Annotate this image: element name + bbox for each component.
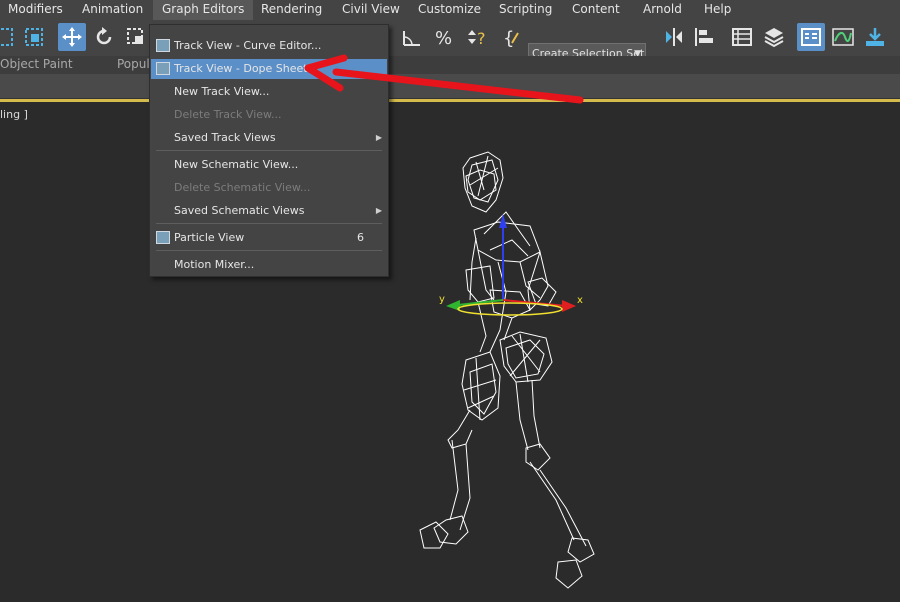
gizmo-x-label: x <box>577 295 583 306</box>
particle-view-icon <box>156 231 170 244</box>
menu-item-delete-schematic-view: Delete Schematic View... <box>174 181 311 194</box>
menu-separator <box>156 150 382 151</box>
menu-item-motion-mixer[interactable]: Motion Mixer... <box>174 255 254 274</box>
submenu-arrow-icon: ▶ <box>375 133 382 142</box>
viewport-scene: y x <box>419 151 595 589</box>
move-gizmo <box>446 214 576 316</box>
gizmo-y-label: y <box>439 294 445 305</box>
menu-item-delete-track-view: Delete Track View... <box>174 108 282 121</box>
menu-item-new-track-view[interactable]: New Track View... <box>174 82 269 101</box>
menu-item-saved-track-views[interactable]: Saved Track Views <box>174 128 276 147</box>
submenu-arrow-icon: ▶ <box>375 206 382 215</box>
menu-item-curve-editor[interactable]: Track View - Curve Editor... <box>174 36 321 55</box>
menu-item-dope-sheet[interactable]: Track View - Dope Sheet... <box>174 59 318 78</box>
menu-separator <box>156 250 382 251</box>
graph-editors-menu: Track View - Curve Editor... Track View … <box>149 24 389 277</box>
curve-editor-icon <box>156 39 170 52</box>
menu-item-saved-schematic-views[interactable]: Saved Schematic Views <box>174 201 304 220</box>
particle-view-shortcut: 6 <box>357 231 364 244</box>
dope-sheet-icon <box>156 62 170 75</box>
biped-wireframe <box>419 151 595 589</box>
menu-separator <box>156 223 382 224</box>
menu-item-new-schematic-view[interactable]: New Schematic View... <box>174 155 298 174</box>
menu-item-particle-view[interactable]: Particle View <box>174 228 244 247</box>
